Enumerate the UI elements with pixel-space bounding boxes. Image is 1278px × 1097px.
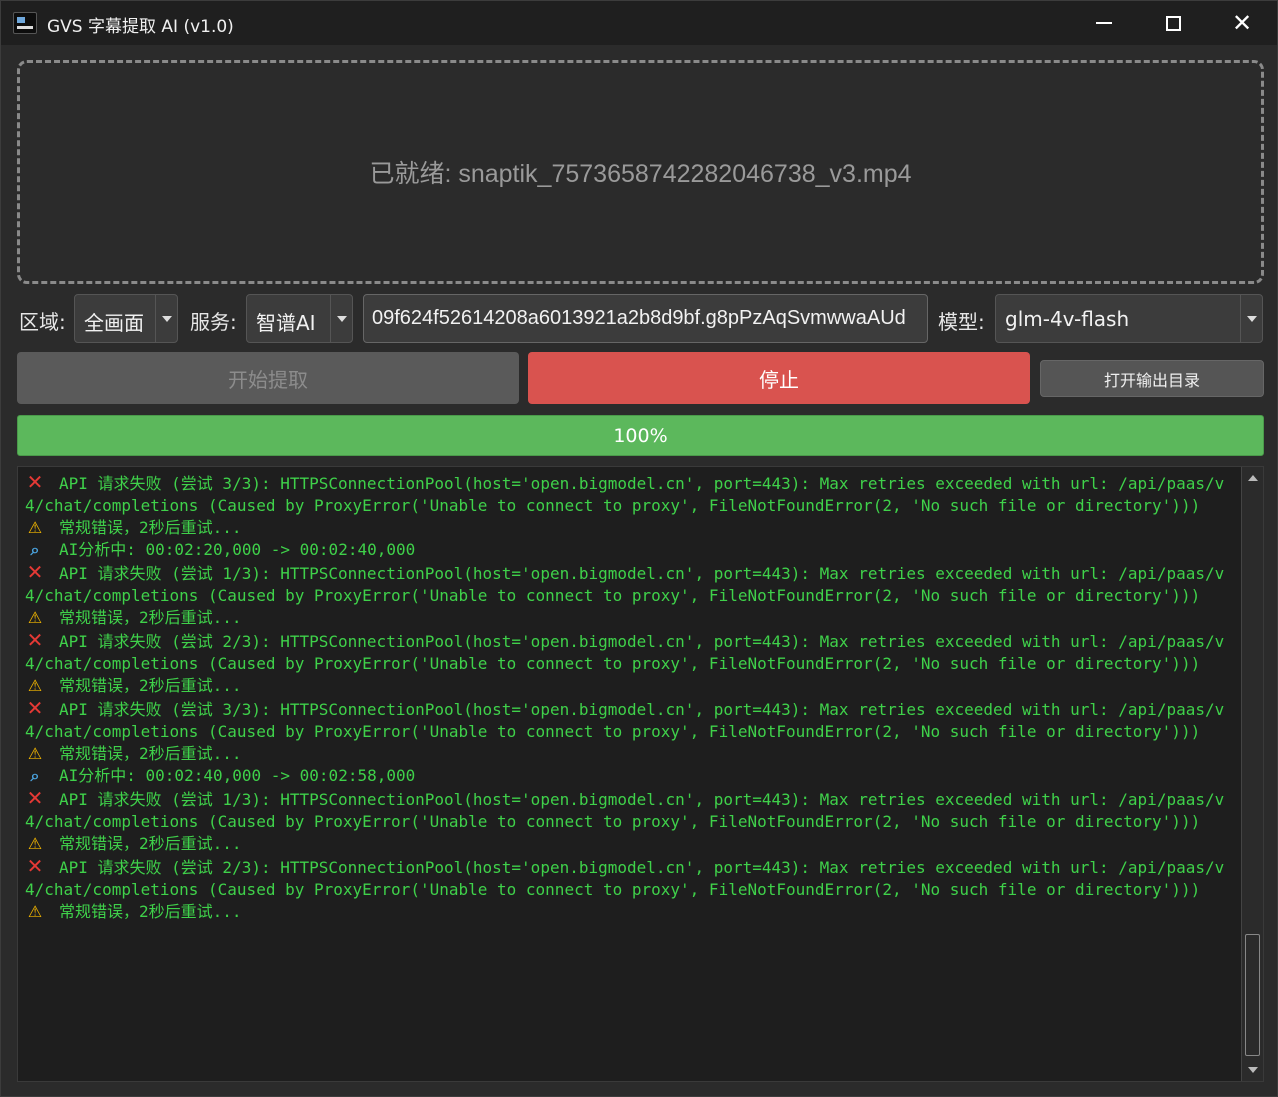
magnifier-icon: ⌕ — [30, 766, 40, 785]
model-label: 模型: — [938, 310, 985, 334]
log-line-text: API 请求失败 (尝试 3/3): HTTPSConnectionPool(h… — [25, 700, 1225, 741]
region-select[interactable]: 全画面 — [74, 294, 178, 343]
scroll-thumb[interactable] — [1245, 934, 1260, 1056]
log-line-text: API 请求失败 (尝试 2/3): HTTPSConnectionPool(h… — [25, 632, 1225, 673]
api-key-field[interactable] — [363, 294, 928, 343]
maximize-button[interactable] — [1138, 1, 1208, 45]
red-cross-icon: ✕ — [26, 628, 44, 652]
warning-icon: ⚠ — [27, 834, 43, 853]
close-icon: ✕ — [1231, 9, 1253, 37]
arrow-down-icon — [1247, 1067, 1258, 1073]
minimize-button[interactable] — [1069, 1, 1139, 45]
maximize-icon — [1165, 15, 1181, 31]
log-line: ✕ API 请求失败 (尝试 1/3): HTTPSConnectionPool(… — [25, 561, 1235, 607]
log-line: ✕ API 请求失败 (尝试 3/3): HTTPSConnectionPool(… — [25, 471, 1235, 517]
red-cross-icon: ✕ — [26, 470, 44, 494]
warning-icon: ⚠ — [27, 744, 43, 763]
ready-status-text: 已就绪: snaptik_7573658742282046738_v3.mp4 — [369, 160, 912, 188]
region-select-value: 全画面 — [84, 311, 144, 335]
log-line-text: 常规错误，2秒后重试... — [59, 676, 242, 695]
start-extract-button[interactable]: 开始提取 — [17, 352, 519, 404]
magnifier-icon: ⌕ — [30, 540, 40, 559]
log-line-text: API 请求失败 (尝试 3/3): HTTPSConnectionPool(h… — [25, 474, 1225, 515]
scroll-down-button[interactable] — [1242, 1061, 1263, 1079]
title-bar[interactable]: GVS 字幕提取 AI (v1.0) ✕ — [1, 1, 1277, 45]
log-line: ⚠ 常规错误，2秒后重试... — [25, 517, 1235, 539]
progress-bar: 100% — [17, 415, 1264, 456]
settings-row: 区域: 全画面 服务: 智谱AI 模型: glm-4v-flash — [1, 294, 1278, 344]
service-select[interactable]: 智谱AI — [246, 294, 353, 343]
log-line: ✕ API 请求失败 (尝试 2/3): HTTPSConnectionPool(… — [25, 855, 1235, 901]
region-dropdown-arrow[interactable] — [155, 295, 177, 342]
stop-button[interactable]: 停止 — [528, 352, 1030, 404]
warning-icon: ⚠ — [27, 676, 43, 695]
log-line: ⚠ 常规错误，2秒后重试... — [25, 833, 1235, 855]
chevron-down-icon — [1246, 315, 1257, 322]
log-line-text: 常规错误，2秒后重试... — [59, 518, 242, 537]
minimize-icon — [1096, 22, 1112, 24]
red-cross-icon: ✕ — [26, 854, 44, 878]
log-line-text: AI分析中: 00:02:40,000 -> 00:02:58,000 — [59, 766, 416, 785]
log-line: ⚠ 常规错误，2秒后重试... — [25, 607, 1235, 629]
warning-icon: ⚠ — [27, 518, 43, 537]
log-scrollbar[interactable] — [1241, 467, 1263, 1081]
service-label: 服务: — [190, 310, 237, 334]
log-line-text: 常规错误，2秒后重试... — [59, 834, 242, 853]
service-select-value: 智谱AI — [256, 311, 316, 335]
progress-percent: 100% — [613, 424, 668, 447]
chevron-down-icon — [161, 315, 172, 322]
open-output-dir-button[interactable]: 打开输出目录 — [1040, 360, 1264, 397]
api-key-input[interactable] — [364, 295, 927, 342]
scroll-up-button[interactable] — [1242, 469, 1263, 487]
log-line: ⌕ AI分析中: 00:02:40,000 -> 00:02:58,000 — [25, 765, 1235, 787]
log-line: ⌕ AI分析中: 00:02:20,000 -> 00:02:40,000 — [25, 539, 1235, 561]
chevron-down-icon — [336, 315, 347, 322]
warning-icon: ⚠ — [27, 902, 43, 921]
log-line: ⚠ 常规错误，2秒后重试... — [25, 901, 1235, 923]
log-line-text: API 请求失败 (尝试 2/3): HTTPSConnectionPool(h… — [25, 858, 1225, 899]
log-lines: ✕ API 请求失败 (尝试 3/3): HTTPSConnectionPool(… — [25, 471, 1235, 923]
log-line: ✕ API 请求失败 (尝试 1/3): HTTPSConnectionPool(… — [25, 787, 1235, 833]
log-line-text: API 请求失败 (尝试 1/3): HTTPSConnectionPool(h… — [25, 790, 1225, 831]
red-cross-icon: ✕ — [26, 696, 44, 720]
region-label: 区域: — [19, 310, 66, 334]
log-line-text: 常规错误，2秒后重试... — [59, 744, 242, 763]
log-output[interactable]: ✕ API 请求失败 (尝试 3/3): HTTPSConnectionPool(… — [17, 466, 1264, 1082]
log-line-text: 常规错误，2秒后重试... — [59, 902, 242, 921]
log-line-text: API 请求失败 (尝试 1/3): HTTPSConnectionPool(h… — [25, 564, 1225, 605]
log-line-text: AI分析中: 00:02:20,000 -> 00:02:40,000 — [59, 540, 416, 559]
log-line: ⚠ 常规错误，2秒后重试... — [25, 743, 1235, 765]
video-drop-zone[interactable]: 已就绪: snaptik_7573658742282046738_v3.mp4 — [17, 60, 1264, 284]
service-dropdown-arrow[interactable] — [330, 295, 352, 342]
app-window: GVS 字幕提取 AI (v1.0) ✕ 已就绪: snaptik_757365… — [0, 0, 1278, 1097]
red-cross-icon: ✕ — [26, 786, 44, 810]
model-select[interactable]: glm-4v-flash — [995, 294, 1263, 343]
log-line: ⚠ 常规错误，2秒后重试... — [25, 675, 1235, 697]
red-cross-icon: ✕ — [26, 560, 44, 584]
log-line-text: 常规错误，2秒后重试... — [59, 608, 242, 627]
log-line: ✕ API 请求失败 (尝试 2/3): HTTPSConnectionPool(… — [25, 629, 1235, 675]
model-dropdown-arrow[interactable] — [1240, 295, 1262, 342]
model-select-value: glm-4v-flash — [1005, 307, 1130, 331]
log-line: ✕ API 请求失败 (尝试 3/3): HTTPSConnectionPool(… — [25, 697, 1235, 743]
arrow-up-icon — [1247, 475, 1258, 481]
window-title: GVS 字幕提取 AI (v1.0) — [47, 17, 234, 37]
app-logo-icon — [13, 12, 37, 34]
close-button[interactable]: ✕ — [1207, 1, 1277, 45]
warning-icon: ⚠ — [27, 608, 43, 627]
